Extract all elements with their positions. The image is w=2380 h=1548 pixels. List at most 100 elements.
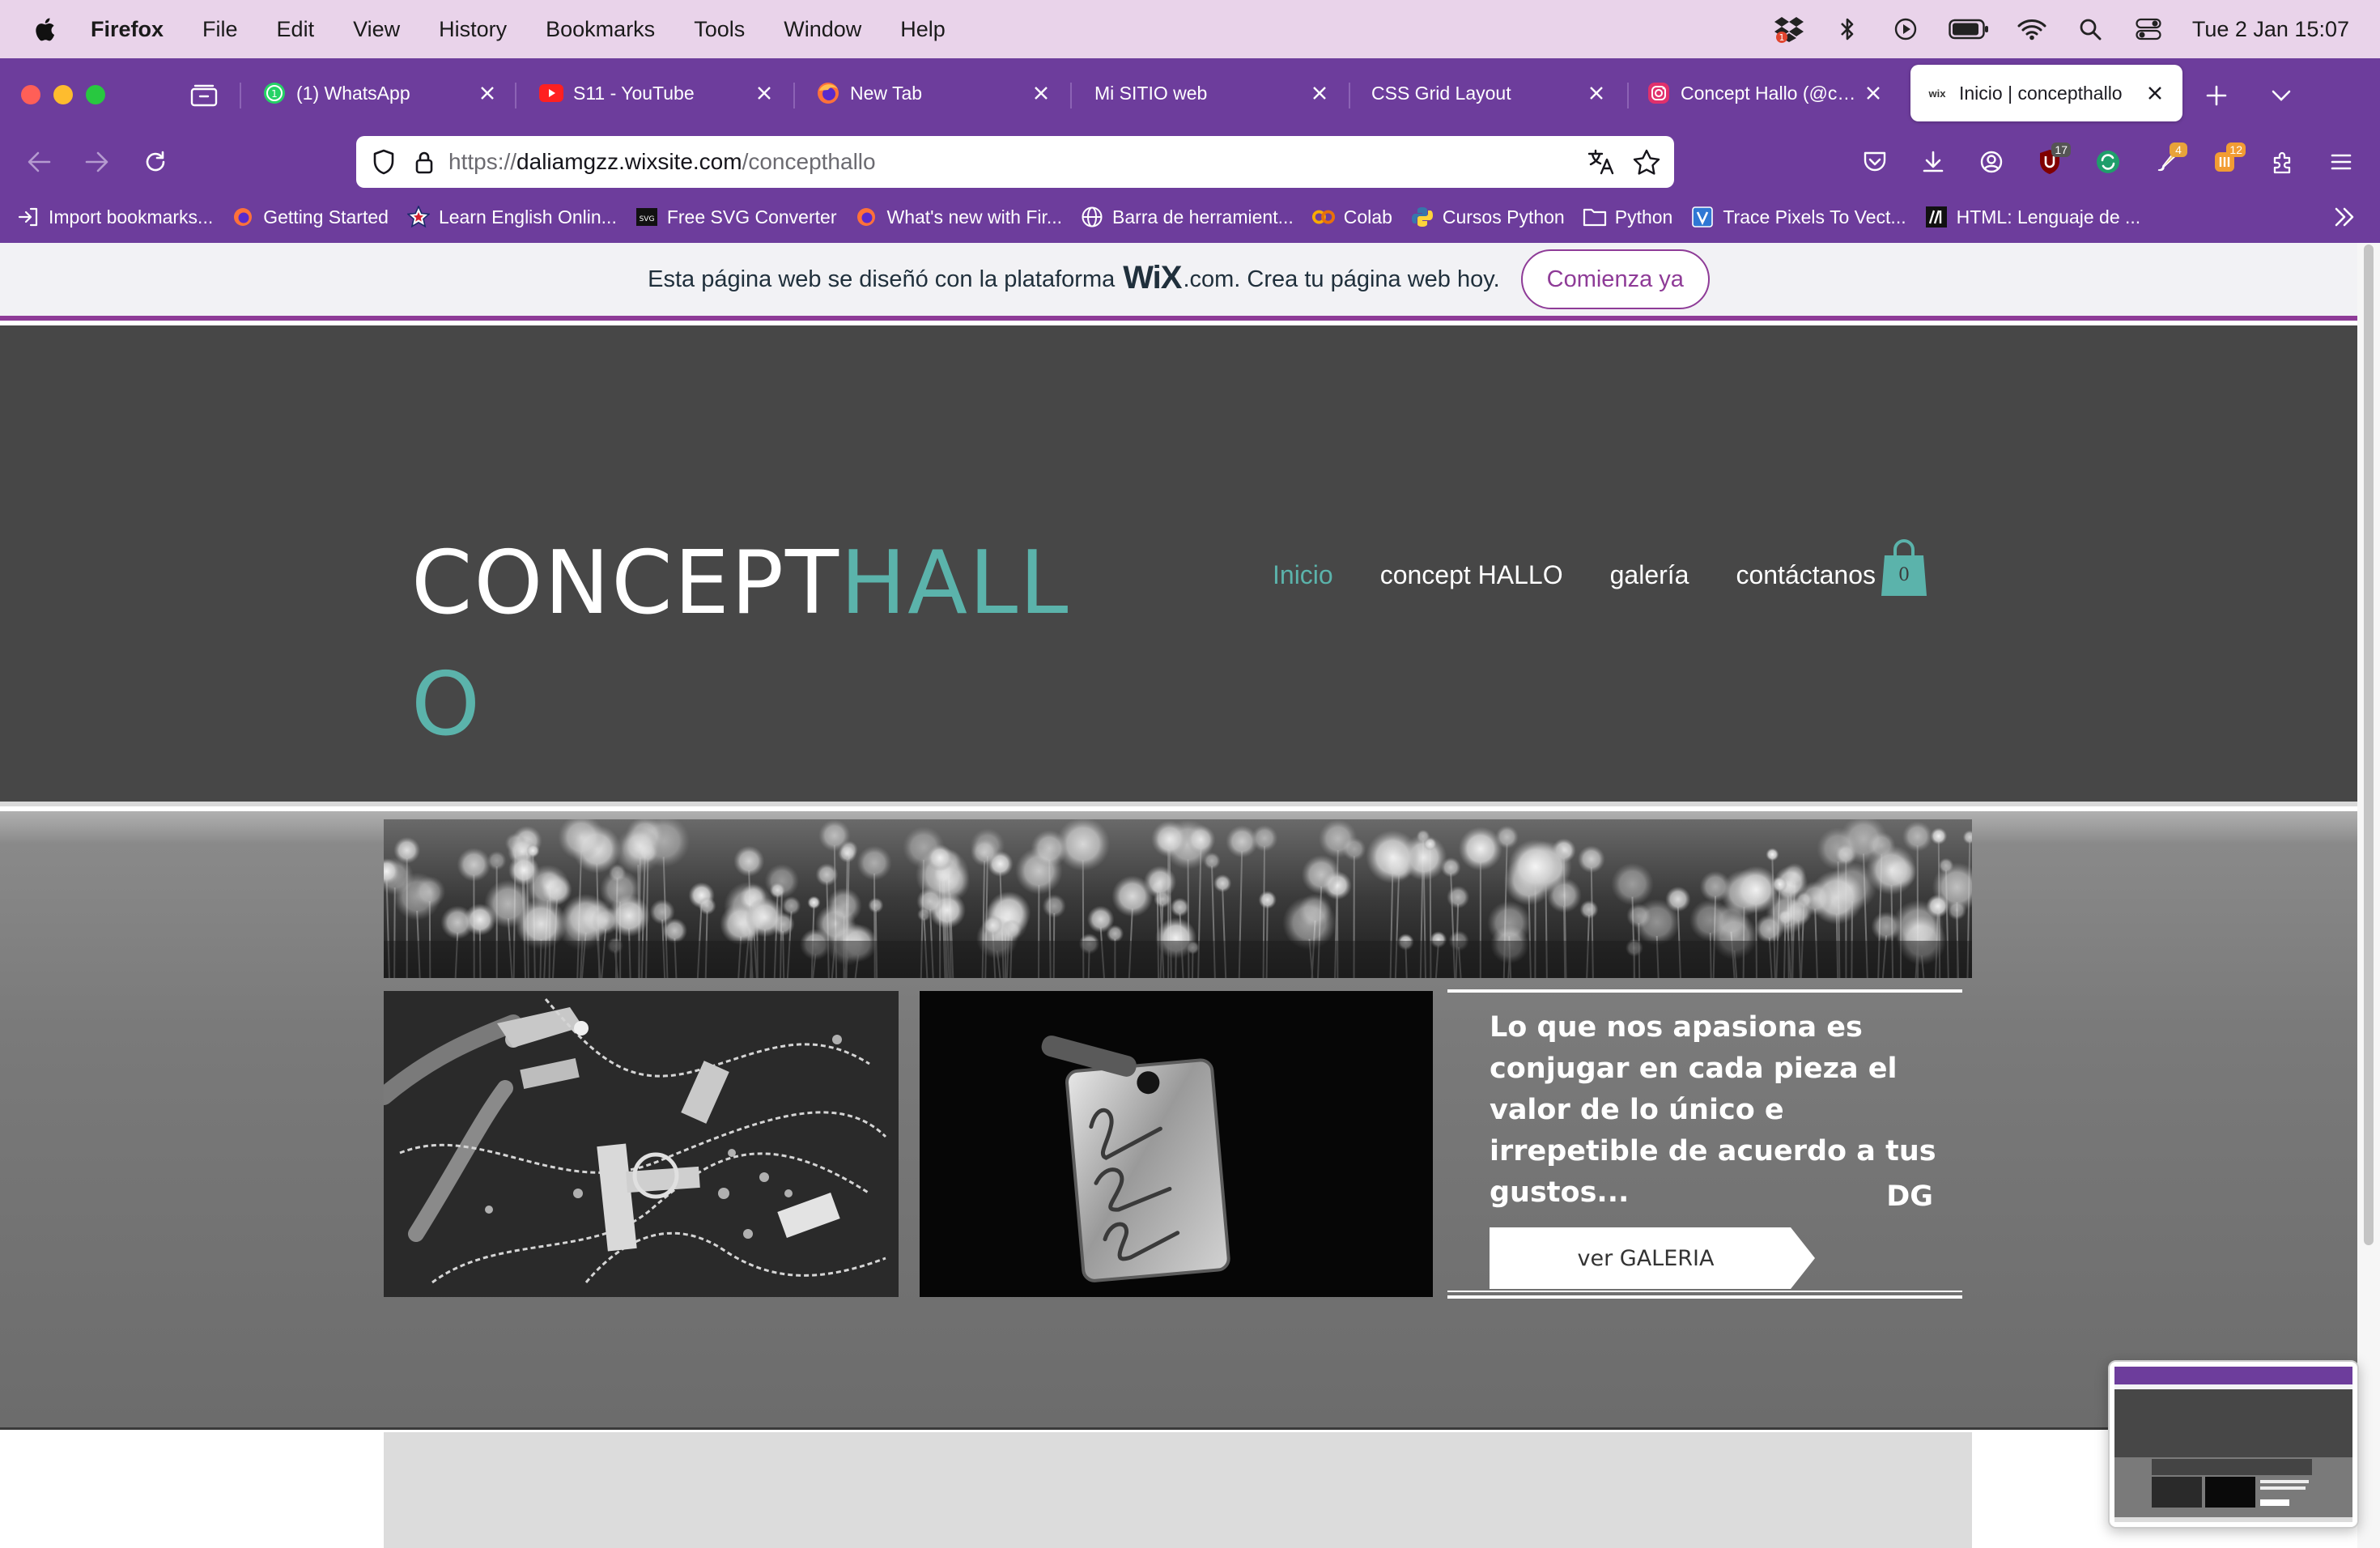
tab-inicio-concepthallo[interactable]: wix Inicio | concepthallo bbox=[1910, 65, 2182, 121]
wix-logo[interactable]: WiX bbox=[1123, 260, 1182, 296]
menu-edit[interactable]: Edit bbox=[277, 17, 315, 42]
translate-icon[interactable] bbox=[1585, 146, 1617, 178]
bookmark-label: Learn English Onlin... bbox=[438, 206, 617, 228]
control-center-icon[interactable] bbox=[2132, 13, 2165, 45]
cart-count: 0 bbox=[1898, 565, 1910, 585]
menu-help[interactable]: Help bbox=[900, 17, 946, 42]
colab-icon bbox=[1311, 205, 1336, 229]
url-host: daliamgzz.wixsite.com bbox=[516, 149, 742, 174]
site-logo[interactable]: CONCEPTHALL O bbox=[411, 523, 1140, 766]
bookmark-colab[interactable]: Colab bbox=[1311, 205, 1392, 229]
forward-button[interactable] bbox=[76, 141, 118, 183]
bookmark-star-icon[interactable] bbox=[1630, 146, 1663, 178]
menu-app-name[interactable]: Firefox bbox=[91, 17, 164, 42]
apple-menu-icon[interactable] bbox=[29, 13, 62, 45]
close-tab-icon[interactable] bbox=[471, 77, 504, 109]
bookmark-label: Barra de herramient... bbox=[1112, 206, 1294, 228]
new-tab-button[interactable] bbox=[2195, 74, 2238, 117]
back-button[interactable] bbox=[18, 141, 60, 183]
list-all-tabs-button[interactable] bbox=[2260, 74, 2302, 117]
window-zoom-button[interactable] bbox=[86, 85, 105, 104]
lock-icon[interactable] bbox=[408, 146, 440, 178]
content-section: Lo que nos apasiona es conjugar en cada … bbox=[0, 811, 2357, 1430]
menu-file[interactable]: File bbox=[202, 17, 238, 42]
mdn-icon bbox=[1924, 205, 1949, 229]
nav-inicio[interactable]: Inicio bbox=[1273, 560, 1333, 590]
url-bar[interactable]: https://daliamgzz.wixsite.com/concepthal… bbox=[356, 136, 1674, 188]
ver-galeria-label: ver GALERIA bbox=[1577, 1245, 1715, 1271]
reload-button[interactable] bbox=[134, 141, 176, 183]
tab-mi-sitio-web[interactable]: Mi SITIO web bbox=[1073, 65, 1347, 121]
bookmark-whats-new-firefox[interactable]: What's new with Fir... bbox=[854, 205, 1062, 229]
url-text[interactable]: https://daliamgzz.wixsite.com/concepthal… bbox=[448, 149, 1585, 175]
tab-label: Mi SITIO web bbox=[1094, 82, 1208, 104]
bookmark-label: Free SVG Converter bbox=[666, 206, 837, 228]
shopping-cart-button[interactable]: 0 bbox=[1881, 538, 1927, 598]
close-tab-icon[interactable] bbox=[1580, 77, 1613, 109]
quote-panel: Lo que nos apasiona es conjugar en cada … bbox=[1447, 989, 1962, 1299]
tab-css-grid-layout[interactable]: CSS Grid Layout bbox=[1350, 65, 1624, 121]
tab-label: Inicio | concepthallo bbox=[1959, 82, 2123, 104]
live-love-laugh-pendant-photo bbox=[920, 991, 1433, 1297]
extensions-puzzle-icon[interactable] bbox=[2262, 141, 2304, 183]
close-tab-icon[interactable] bbox=[748, 77, 780, 109]
dandelion-field-banner-image bbox=[384, 819, 1972, 978]
media-play-icon[interactable] bbox=[1889, 13, 1922, 45]
nav-galeria[interactable]: galería bbox=[1610, 560, 1689, 590]
extension-brush-icon[interactable]: 4 bbox=[2145, 141, 2187, 183]
ver-galeria-button[interactable]: ver GALERIA bbox=[1490, 1227, 1815, 1289]
menu-view[interactable]: View bbox=[353, 17, 400, 42]
wifi-icon[interactable] bbox=[2016, 13, 2048, 45]
firefox-icon bbox=[854, 205, 878, 229]
window-close-button[interactable] bbox=[21, 85, 40, 104]
close-tab-icon[interactable] bbox=[1025, 77, 1057, 109]
comienza-ya-button[interactable]: Comienza ya bbox=[1520, 249, 1710, 309]
menu-bookmarks[interactable]: Bookmarks bbox=[546, 17, 655, 42]
bookmark-import[interactable]: Import bookmarks... bbox=[16, 205, 213, 229]
bookmark-barra-herramientas[interactable]: Barra de herramient... bbox=[1080, 205, 1294, 229]
close-tab-icon[interactable] bbox=[2139, 77, 2171, 109]
extension-sync-icon[interactable] bbox=[2087, 141, 2129, 183]
downloads-icon[interactable] bbox=[1912, 141, 1954, 183]
app-menu-hamburger-icon[interactable] bbox=[2320, 141, 2362, 183]
tab-new-tab[interactable]: New Tab bbox=[795, 65, 1069, 121]
tab-label: CSS Grid Layout bbox=[1371, 82, 1511, 104]
battery-icon[interactable] bbox=[1948, 13, 1990, 45]
extension-orange-icon[interactable]: 12 bbox=[2204, 141, 2246, 183]
screenshot-thumbnail-preview[interactable] bbox=[2108, 1360, 2359, 1529]
menu-history[interactable]: History bbox=[439, 17, 507, 42]
dropbox-icon[interactable]: 1 bbox=[1773, 13, 1805, 45]
menu-tools[interactable]: Tools bbox=[694, 17, 745, 42]
close-tab-icon[interactable] bbox=[1857, 77, 1889, 109]
bookmark-learn-english[interactable]: Learn English Onlin... bbox=[406, 205, 617, 229]
menu-window[interactable]: Window bbox=[784, 17, 861, 42]
tab-whatsapp[interactable]: 1 (1) WhatsApp bbox=[241, 65, 515, 121]
bluetooth-icon[interactable] bbox=[1831, 13, 1864, 45]
bookmark-getting-started[interactable]: Getting Started bbox=[231, 205, 389, 229]
spotlight-search-icon[interactable] bbox=[2074, 13, 2106, 45]
page-scrollbar[interactable] bbox=[2357, 243, 2380, 1548]
account-icon[interactable] bbox=[1970, 141, 2012, 183]
bookmarks-overflow-chevron-icon[interactable] bbox=[2330, 202, 2359, 232]
ublock-origin-icon[interactable]: 17 bbox=[2029, 141, 2071, 183]
instagram-icon bbox=[1647, 81, 1671, 105]
logo-text-hall: HALL bbox=[839, 533, 1070, 634]
bookmark-free-svg-converter[interactable]: SVG Free SVG Converter bbox=[635, 205, 837, 229]
bookmark-label: Import bookmarks... bbox=[49, 206, 214, 228]
menubar-clock[interactable]: Tue 2 Jan 15:07 bbox=[2192, 17, 2349, 42]
window-minimize-button[interactable] bbox=[53, 85, 73, 104]
bookmark-html-mdn[interactable]: HTML: Lenguaje de ... bbox=[1924, 205, 2140, 229]
close-tab-icon[interactable] bbox=[1303, 77, 1336, 109]
tab-youtube[interactable]: S11 - YouTube bbox=[518, 65, 792, 121]
bookmark-cursos-python[interactable]: Cursos Python bbox=[1410, 205, 1565, 229]
tracking-protection-shield-icon[interactable] bbox=[368, 146, 400, 178]
nav-contactanos[interactable]: contáctanos bbox=[1736, 560, 1876, 590]
pocket-icon[interactable] bbox=[1854, 141, 1896, 183]
nav-concept-hallo[interactable]: concept HALLO bbox=[1380, 560, 1563, 590]
scrollbar-thumb[interactable] bbox=[2364, 245, 2374, 1245]
bookmark-trace-pixels[interactable]: Trace Pixels To Vect... bbox=[1690, 205, 1906, 229]
bookmark-folder-python[interactable]: Python bbox=[1583, 205, 1672, 229]
firefox-view-button[interactable] bbox=[183, 74, 225, 117]
tab-instagram[interactable]: Concept Hallo (@conc bbox=[1627, 65, 1901, 121]
logo-text-o: O bbox=[411, 654, 482, 755]
